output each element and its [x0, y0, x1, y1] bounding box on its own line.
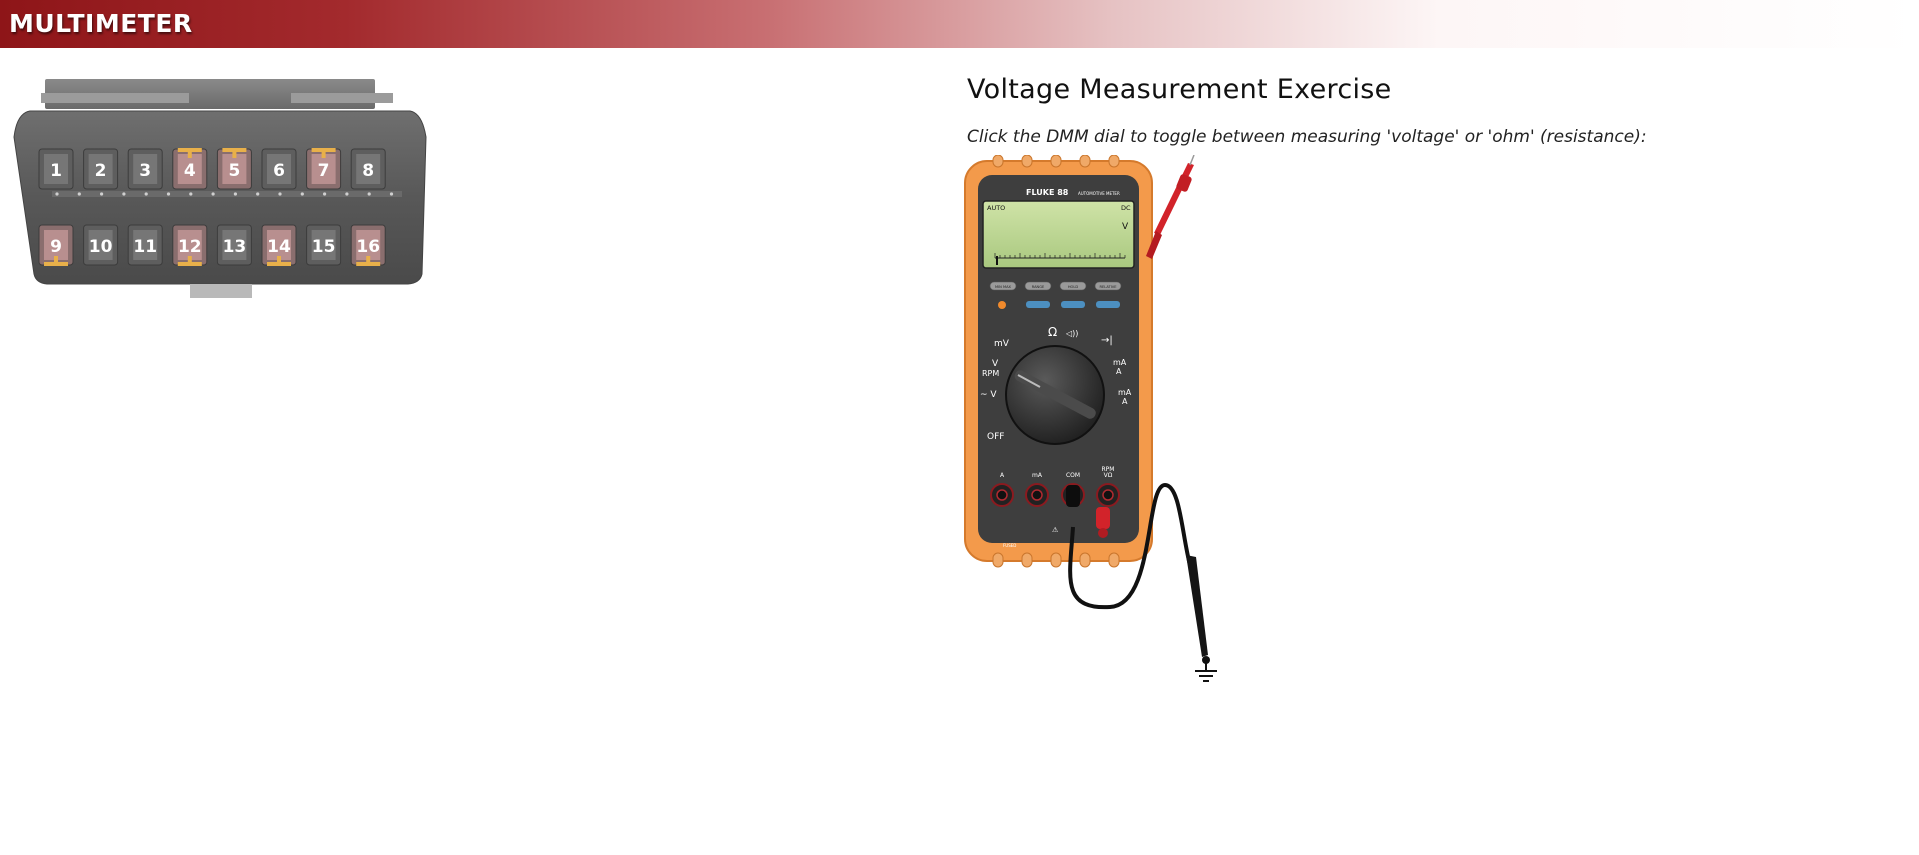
pin-number: 6	[273, 161, 285, 181]
pin-divider-dot	[166, 192, 171, 196]
connector-pin[interactable]: 3	[127, 148, 163, 190]
pin-divider-dot	[256, 192, 260, 196]
connector-pin[interactable]: 13	[216, 224, 252, 266]
connector-pin[interactable]: 16	[350, 224, 386, 266]
meter-model-caption: AUTOMOTIVE METER	[1078, 191, 1120, 196]
blue-button-1[interactable]	[1026, 301, 1050, 308]
connector-pin[interactable]: 12	[172, 224, 208, 266]
meter-button-label: RELATIVE	[1099, 285, 1117, 289]
page-title: MULTIMETER	[9, 9, 193, 38]
pin-divider-dot	[189, 192, 193, 196]
blue-button-2[interactable]	[1061, 301, 1085, 308]
meter-brand: FLUKE 88	[1026, 188, 1069, 197]
dial-label-ma-dc: mA	[1113, 358, 1127, 367]
pin-divider-dot	[100, 192, 104, 196]
meter-button[interactable]: HOLD	[1059, 281, 1087, 291]
pin-divider-dot	[55, 192, 59, 196]
backlight-button[interactable]	[998, 301, 1006, 309]
pin-divider-dot	[122, 192, 126, 196]
connector-pin[interactable]: 10	[83, 224, 119, 266]
pin-divider-dot	[300, 192, 304, 196]
pin-divider-dot	[77, 192, 81, 196]
multimeter: FLUKE 88 AUTOMOTIVE METER AUTO DC V MIN …	[964, 155, 1153, 568]
dial-label-a-ac: A	[1122, 397, 1128, 406]
jack-label: VΩ	[1104, 472, 1113, 479]
connector-pin[interactable]: 6	[261, 148, 297, 190]
meter-button-label: HOLD	[1068, 285, 1079, 289]
pin-divider-dot	[345, 192, 349, 196]
meter-button[interactable]: RELATIVE	[1094, 281, 1122, 291]
meter-button-label: RANGE	[1032, 285, 1045, 289]
connector-pin[interactable]: 1	[38, 148, 74, 190]
pin-number: 14	[267, 237, 291, 257]
rotary-dial[interactable]	[1005, 345, 1105, 445]
meter-button[interactable]: RANGE	[1024, 281, 1052, 291]
pin-divider-dot	[389, 192, 394, 196]
warning-icon: ⚠	[1052, 526, 1059, 534]
pin-number: 7	[318, 161, 330, 181]
meter-button-label: MIN MAX	[995, 285, 1012, 289]
pin-divider-dot	[144, 192, 148, 196]
dial-label-ohm: Ω	[1048, 325, 1057, 339]
fuse-note: FUSED	[1003, 543, 1016, 548]
meter-button[interactable]: MIN MAX	[989, 281, 1017, 291]
dial-label-off: OFF	[987, 432, 1004, 442]
connector-pin[interactable]: 11	[127, 224, 163, 266]
connector-pin[interactable]: 9	[38, 224, 74, 266]
pin-number: 10	[89, 237, 113, 257]
exercise-title: Voltage Measurement Exercise	[967, 74, 1392, 105]
dial-label-a-dc: A	[1116, 367, 1122, 376]
connector-pin[interactable]: 2	[83, 148, 119, 190]
lcd-coupling: DC	[1121, 204, 1131, 212]
dial-label-rpm: RPM	[982, 369, 999, 378]
dial-label-diode: →|	[1101, 335, 1113, 346]
pin-divider-dot	[323, 192, 327, 196]
page-header: MULTIMETER	[0, 0, 1919, 48]
exercise-instruction: Click the DMM dial to toggle between mea…	[967, 127, 1647, 147]
jack-label-rpm: RPM	[1102, 466, 1115, 473]
obd-connector: 12345678 9 10 11 12 13 14 15 16	[13, 79, 427, 298]
pin-number: 1	[50, 161, 62, 181]
connector-latch	[190, 284, 252, 298]
pin-number: 3	[139, 161, 151, 181]
lcd-mode: AUTO	[987, 204, 1005, 212]
connector-pin[interactable]: 15	[306, 224, 342, 266]
connector-pin[interactable]: 4	[172, 148, 208, 190]
red-probe[interactable]	[1146, 155, 1195, 259]
pin-number: 2	[95, 161, 107, 181]
red-probe-plug	[1096, 507, 1110, 529]
dial-label-continuity: ◁))	[1065, 329, 1078, 338]
jack-label: COM	[1066, 472, 1080, 479]
pin-number: 4	[184, 161, 196, 181]
pin-number: 5	[228, 161, 240, 181]
pin-number: 16	[356, 237, 380, 257]
pin-number: 13	[223, 237, 247, 257]
connector-pin[interactable]: 5	[216, 148, 252, 190]
lcd-unit: V	[1122, 222, 1129, 232]
pin-number: 15	[312, 237, 336, 257]
connector-pin[interactable]: 8	[350, 148, 386, 190]
black-probe-plug	[1066, 485, 1080, 507]
dial-label-mv: mV	[994, 339, 1010, 349]
pin-divider-dot	[233, 192, 237, 196]
blue-button-3[interactable]	[1096, 301, 1120, 308]
jack-label: mA	[1032, 472, 1043, 479]
dial-label-v-ac: ~ V	[980, 390, 997, 400]
dial-label-ma-ac: mA	[1118, 388, 1132, 397]
pin-number: 8	[362, 161, 374, 181]
black-probe[interactable]	[1186, 555, 1208, 657]
pin-number: 12	[178, 237, 202, 257]
pin-number: 11	[133, 237, 157, 257]
connector-pin[interactable]: 7	[306, 148, 342, 190]
multimeter-area: FLUKE 88 AUTOMOTIVE METER AUTO DC V MIN …	[964, 155, 1217, 682]
pin-number: 9	[50, 237, 62, 257]
pin-divider-dot	[367, 192, 371, 196]
connector-pin[interactable]: 14	[261, 224, 297, 266]
pin-divider-dot	[211, 192, 215, 196]
pin-divider-dot	[278, 192, 282, 196]
ground-icon	[1195, 663, 1217, 682]
dial-label-v-dc: V	[992, 359, 999, 369]
